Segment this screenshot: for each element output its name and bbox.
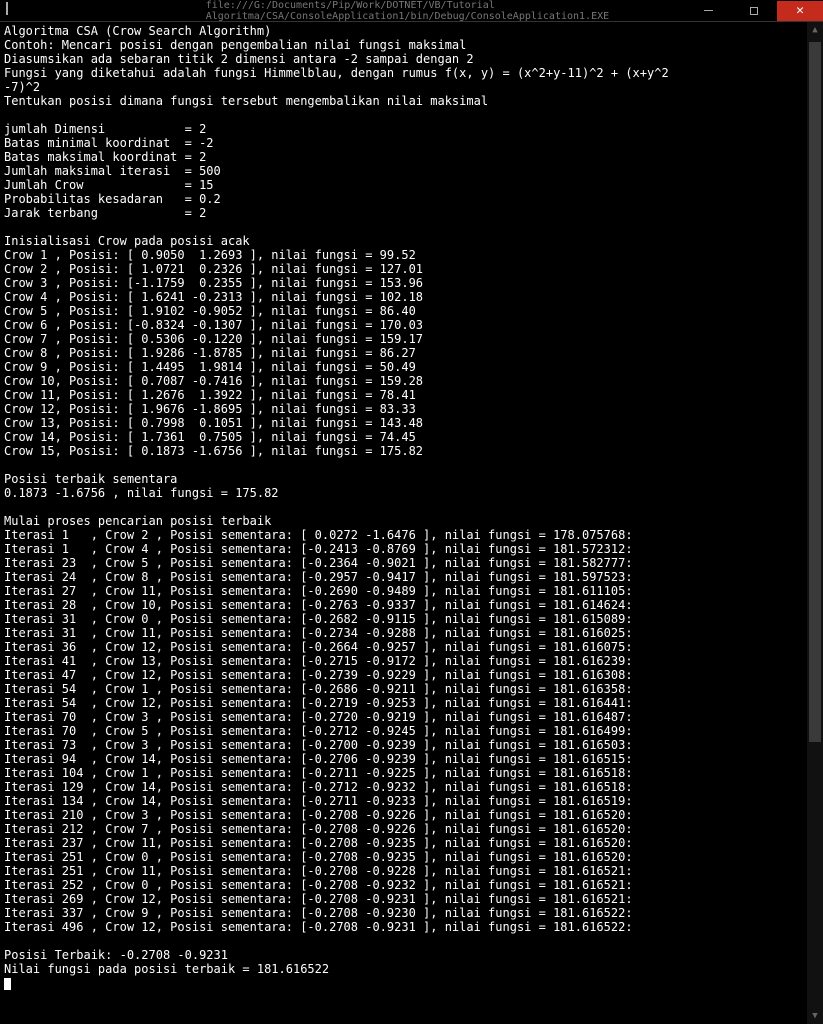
console-output[interactable]: Algoritma CSA (Crow Search Algorithm)Con… xyxy=(0,22,823,1024)
output-line: Crow 9 , Posisi: [ 1.4495 1.9814 ], nila… xyxy=(4,360,819,374)
output-line: Iterasi 496 , Crow 12, Posisi sementara:… xyxy=(4,920,819,934)
output-line: Probabilitas kesadaran = 0.2 xyxy=(4,192,819,206)
output-line: Nilai fungsi pada posisi terbaik = 181.6… xyxy=(4,962,819,976)
console-window: file:///G:/Documents/Pip/Work/DOTNET/VB/… xyxy=(0,0,823,1024)
output-line: Crow 4 , Posisi: [ 1.6241 -0.2313 ], nil… xyxy=(4,290,819,304)
output-line: Jumlah Crow = 15 xyxy=(4,178,819,192)
output-line: Iterasi 237 , Crow 11, Posisi sementara:… xyxy=(4,836,819,850)
output-line xyxy=(4,220,819,234)
output-line: jumlah Dimensi = 2 xyxy=(4,122,819,136)
output-line: Contoh: Mencari posisi dengan pengembali… xyxy=(4,38,819,52)
output-line: Crow 5 , Posisi: [ 1.9102 -0.9052 ], nil… xyxy=(4,304,819,318)
output-line: Crow 2 , Posisi: [ 1.0721 0.2326 ], nila… xyxy=(4,262,819,276)
output-line: Algoritma CSA (Crow Search Algorithm) xyxy=(4,24,819,38)
output-line: Iterasi 47 , Crow 12, Posisi sementara: … xyxy=(4,668,819,682)
output-line: Crow 14, Posisi: [ 1.7361 0.7505 ], nila… xyxy=(4,430,819,444)
output-line: Crow 12, Posisi: [ 1.9676 -1.8695 ], nil… xyxy=(4,402,819,416)
output-line: Iterasi 28 , Crow 10, Posisi sementara: … xyxy=(4,598,819,612)
output-line: Crow 11, Posisi: [ 1.2676 1.3922 ], nila… xyxy=(4,388,819,402)
cursor xyxy=(4,978,11,990)
output-line: Batas maksimal koordinat = 2 xyxy=(4,150,819,164)
output-line: Iterasi 41 , Crow 13, Posisi sementara: … xyxy=(4,654,819,668)
output-line: Mulai proses pencarian posisi terbaik xyxy=(4,514,819,528)
output-line: Jumlah maksimal iterasi = 500 xyxy=(4,164,819,178)
output-line: Crow 8 , Posisi: [ 1.9286 -1.8785 ], nil… xyxy=(4,346,819,360)
scroll-down-arrow[interactable]: ▼ xyxy=(807,1008,823,1024)
output-line: Batas minimal koordinat = -2 xyxy=(4,136,819,150)
output-line: Iterasi 27 , Crow 11, Posisi sementara: … xyxy=(4,584,819,598)
output-line: Iterasi 269 , Crow 12, Posisi sementara:… xyxy=(4,892,819,906)
output-line: Iterasi 210 , Crow 3 , Posisi sementara:… xyxy=(4,808,819,822)
output-line: -7)^2 xyxy=(4,80,819,94)
output-line: Diasumsikan ada sebaran titik 2 dimensi … xyxy=(4,52,819,66)
output-line: Iterasi 73 , Crow 3 , Posisi sementara: … xyxy=(4,738,819,752)
minimize-button[interactable] xyxy=(685,1,731,21)
output-line: Crow 3 , Posisi: [-1.1759 0.2355 ], nila… xyxy=(4,276,819,290)
output-line xyxy=(4,108,819,122)
output-line: Iterasi 36 , Crow 12, Posisi sementara: … xyxy=(4,640,819,654)
output-line: Crow 13, Posisi: [ 0.7998 0.1051 ], nila… xyxy=(4,416,819,430)
output-line: Iterasi 94 , Crow 14, Posisi sementara: … xyxy=(4,752,819,766)
output-line: Crow 10, Posisi: [ 0.7087 -0.7416 ], nil… xyxy=(4,374,819,388)
output-line: Jarak terbang = 2 xyxy=(4,206,819,220)
output-line: Iterasi 104 , Crow 1 , Posisi sementara:… xyxy=(4,766,819,780)
maximize-button[interactable] xyxy=(731,1,777,21)
output-line: Iterasi 54 , Crow 1 , Posisi sementara: … xyxy=(4,682,819,696)
output-line xyxy=(4,458,819,472)
output-line: Iterasi 1 , Crow 2 , Posisi sementara: [… xyxy=(4,528,819,542)
output-line: Iterasi 251 , Crow 11, Posisi sementara:… xyxy=(4,864,819,878)
output-line: Iterasi 70 , Crow 3 , Posisi sementara: … xyxy=(4,710,819,724)
output-line: Iterasi 134 , Crow 14, Posisi sementara:… xyxy=(4,794,819,808)
output-line: Iterasi 31 , Crow 11, Posisi sementara: … xyxy=(4,626,819,640)
output-line: 0.1873 -1.6756 , nilai fungsi = 175.82 xyxy=(4,486,819,500)
output-line: Iterasi 23 , Crow 5 , Posisi sementara: … xyxy=(4,556,819,570)
output-line: Iterasi 24 , Crow 8 , Posisi sementara: … xyxy=(4,570,819,584)
output-line: Iterasi 70 , Crow 5 , Posisi sementara: … xyxy=(4,724,819,738)
output-line: Posisi Terbaik: -0.2708 -0.9231 xyxy=(4,948,819,962)
output-line: Iterasi 212 , Crow 7 , Posisi sementara:… xyxy=(4,822,819,836)
output-line: Iterasi 251 , Crow 0 , Posisi sementara:… xyxy=(4,850,819,864)
close-button[interactable]: ✕ xyxy=(777,1,823,21)
output-line: Fungsi yang diketahui adalah fungsi Himm… xyxy=(4,66,819,80)
window-title: file:///G:/Documents/Pip/Work/DOTNET/VB/… xyxy=(206,0,618,22)
output-line: Iterasi 54 , Crow 12, Posisi sementara: … xyxy=(4,696,819,710)
title-bar[interactable]: file:///G:/Documents/Pip/Work/DOTNET/VB/… xyxy=(0,0,823,22)
output-line: Crow 6 , Posisi: [-0.8324 -0.1307 ], nil… xyxy=(4,318,819,332)
output-line: Posisi terbaik sementara xyxy=(4,472,819,486)
cursor-line xyxy=(4,976,819,990)
output-line: Tentukan posisi dimana fungsi tersebut m… xyxy=(4,94,819,108)
window-controls: ✕ xyxy=(685,1,823,21)
vertical-scrollbar[interactable]: ▲ ▼ xyxy=(807,22,823,1024)
output-line: Iterasi 1 , Crow 4 , Posisi sementara: [… xyxy=(4,542,819,556)
scroll-up-arrow[interactable]: ▲ xyxy=(807,22,823,38)
output-line xyxy=(4,934,819,948)
output-line xyxy=(4,500,819,514)
app-icon xyxy=(6,3,22,19)
output-line: Crow 15, Posisi: [ 0.1873 -1.6756 ], nil… xyxy=(4,444,819,458)
output-line: Iterasi 337 , Crow 9 , Posisi sementara:… xyxy=(4,906,819,920)
output-line: Crow 1 , Posisi: [ 0.9050 1.2693 ], nila… xyxy=(4,248,819,262)
output-line: Iterasi 129 , Crow 14, Posisi sementara:… xyxy=(4,780,819,794)
scrollbar-thumb[interactable] xyxy=(809,42,821,742)
output-line: Iterasi 31 , Crow 0 , Posisi sementara: … xyxy=(4,612,819,626)
output-line: Inisialisasi Crow pada posisi acak xyxy=(4,234,819,248)
output-line: Crow 7 , Posisi: [ 0.5306 -0.1220 ], nil… xyxy=(4,332,819,346)
output-line: Iterasi 252 , Crow 0 , Posisi sementara:… xyxy=(4,878,819,892)
